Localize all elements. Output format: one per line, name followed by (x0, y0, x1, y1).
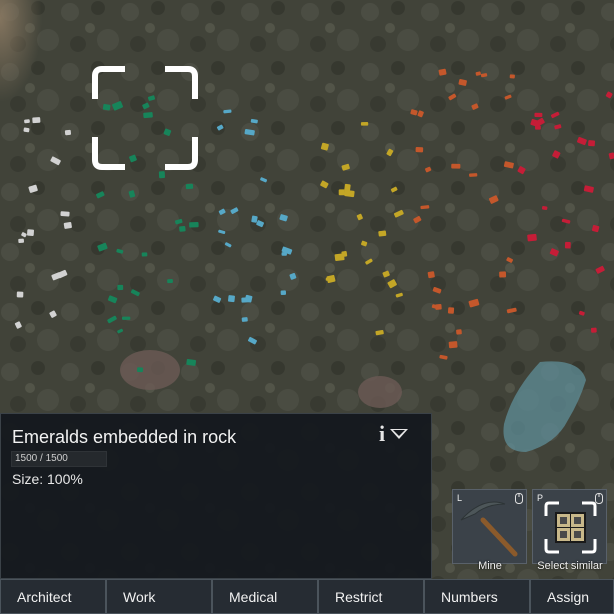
sapphire-ore (241, 297, 251, 303)
copper-ore (448, 341, 458, 349)
tab-medical[interactable]: Medical (212, 579, 318, 614)
copper-ore (509, 74, 515, 79)
boulder (120, 350, 180, 390)
ruby-ore (527, 233, 537, 242)
silver-ore (64, 129, 72, 136)
emerald-ore (141, 252, 148, 257)
copper-ore (447, 307, 455, 314)
ruby-ore (588, 140, 596, 147)
inspect-title: Emeralds embedded in rock (12, 427, 237, 447)
mine-button[interactable]: L (452, 489, 527, 564)
gold-ore (338, 189, 345, 196)
emerald-ore (179, 225, 186, 232)
emerald-ore (167, 279, 173, 284)
hit-points-bar: 1500 / 1500 (11, 451, 107, 467)
copper-ore (499, 271, 507, 278)
copper-ore (456, 329, 462, 335)
gold-ore (341, 250, 348, 257)
silver-ore (18, 238, 25, 244)
inspect-panel: Emeralds embedded in rock i 1500 / 1500 … (0, 413, 432, 579)
selection-bracket (92, 66, 198, 170)
size-text: Size: 100% (12, 471, 83, 487)
gold-ore (360, 121, 369, 126)
tab-architect[interactable]: Architect (0, 579, 106, 614)
gold-ore (344, 183, 351, 192)
hit-points-text: 1500 / 1500 (15, 453, 68, 464)
silver-ore (24, 119, 30, 124)
gold-ore (344, 189, 355, 198)
emerald-ore (122, 316, 131, 320)
copper-ore (451, 163, 461, 169)
copper-ore (469, 173, 478, 177)
gold-ore (378, 230, 387, 237)
silver-ore (27, 229, 35, 236)
ruby-ore (590, 327, 597, 333)
ruby-ore (541, 206, 548, 210)
select-similar-icon (544, 501, 597, 554)
pickaxe-icon (460, 501, 518, 557)
mine-label: Mine (478, 560, 502, 572)
sapphire-ore (241, 317, 248, 322)
emerald-ore (189, 222, 199, 228)
silver-ore (32, 117, 41, 124)
emerald-ore (186, 358, 197, 366)
sapphire-ore (280, 290, 287, 295)
emerald-ore (117, 284, 124, 291)
copper-ore (427, 271, 435, 279)
emerald-ore (185, 183, 194, 190)
info-icon[interactable]: i (379, 422, 385, 446)
tab-work[interactable]: Work (106, 579, 212, 614)
tab-restrict[interactable]: Restrict (318, 579, 424, 614)
tab-numbers[interactable]: Numbers (424, 579, 530, 614)
silver-ore (16, 291, 24, 298)
ruby-ore (564, 241, 571, 249)
sapphire-ore (228, 295, 235, 303)
silver-ore (60, 211, 70, 217)
tab-assign[interactable]: Assign (530, 579, 614, 614)
sapphire-ore (281, 252, 287, 256)
select-similar-button[interactable]: P (532, 489, 607, 564)
emerald-ore (158, 171, 166, 179)
boulder (358, 376, 402, 408)
copper-ore (415, 147, 424, 153)
inspect-buttons: i (379, 422, 419, 446)
bottom-tab-bar: Architect Work Medical Restrict Numbers … (0, 579, 614, 614)
ruby-ore (534, 112, 543, 118)
select-similar-label: Select similar (537, 560, 603, 572)
silver-ore (63, 221, 72, 229)
emerald-ore (137, 367, 144, 373)
caret-down-icon[interactable] (389, 428, 409, 440)
silver-ore (23, 127, 30, 133)
sand-patch (0, 0, 60, 120)
sapphire-ore (251, 215, 258, 223)
